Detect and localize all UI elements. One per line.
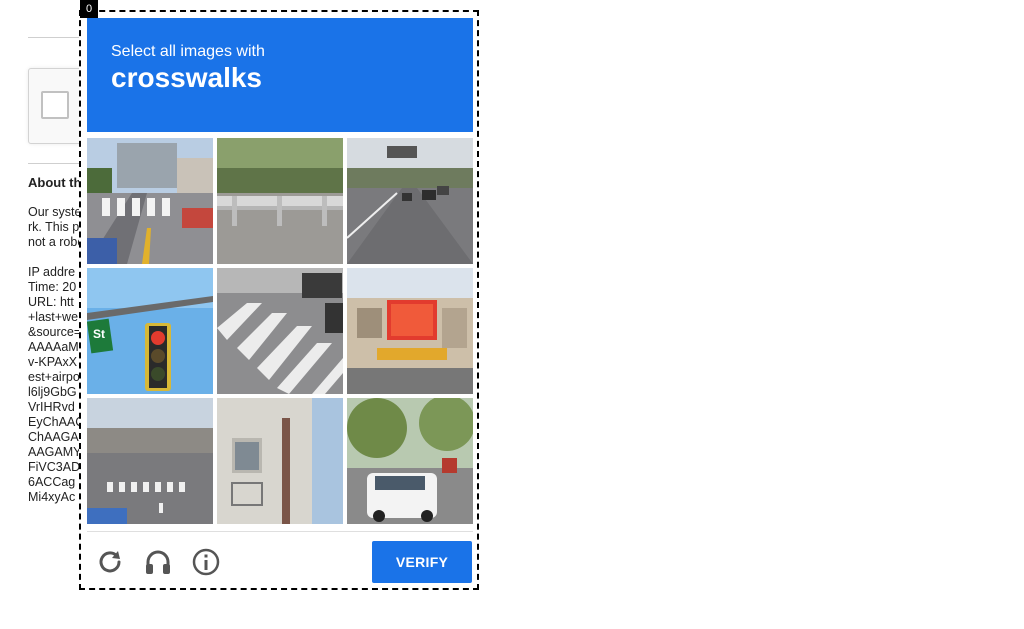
bg-line: not a robo [28, 235, 85, 249]
bg-line: 6ACCag [28, 475, 76, 489]
bg-line: v-KPAxX [28, 355, 78, 369]
bg-line: ChAAGA [28, 430, 79, 444]
recaptcha-checkbox[interactable] [41, 91, 69, 119]
frame-index-badge: 0 [80, 0, 98, 18]
bg-line: &source= [28, 325, 82, 339]
bg-line: URL: htt [28, 295, 74, 309]
bg-line: Time: 20 [28, 280, 77, 294]
bg-line: Our syste [28, 205, 82, 219]
tile-image [217, 398, 343, 524]
bg-line: +last+we [28, 310, 79, 324]
audio-icon[interactable] [142, 546, 174, 578]
tile-image [347, 268, 473, 394]
bg-line: FiVC3AD [28, 460, 81, 474]
bg-line: AAAAaM [28, 340, 79, 354]
tile-image [217, 268, 343, 394]
image-tile-7[interactable] [87, 398, 213, 524]
footer-divider [87, 531, 473, 532]
svg-text:St: St [93, 327, 105, 341]
image-tile-9[interactable] [347, 398, 473, 524]
reload-icon[interactable] [94, 546, 126, 578]
image-tile-4[interactable]: St [87, 268, 213, 394]
bg-line: Mi4xyAc [28, 490, 76, 504]
image-tile-2[interactable] [217, 138, 343, 264]
bg-line: IP addre [28, 265, 76, 279]
verify-button[interactable]: VERIFY [372, 541, 472, 583]
image-tile-8[interactable] [217, 398, 343, 524]
tile-image [87, 138, 213, 264]
bg-line: AAGAMY [28, 445, 82, 459]
bg-line: est+airpo [28, 370, 80, 384]
bg-line: VrIHRvd [28, 400, 75, 414]
image-tile-6[interactable] [347, 268, 473, 394]
challenge-prompt: Select all images with [111, 43, 265, 60]
challenge-target: crosswalks [111, 62, 262, 93]
tile-image [347, 138, 473, 264]
image-tile-5[interactable] [217, 268, 343, 394]
tile-image [347, 398, 473, 524]
tile-image [87, 398, 213, 524]
info-icon[interactable] [190, 546, 222, 578]
bg-line: l6lj9GbG [28, 385, 77, 399]
bg-line: EyChAAC [28, 415, 85, 429]
challenge-header: Select all images with crosswalks [87, 18, 473, 132]
bg-line: rk. This p [28, 220, 80, 234]
tile-image [217, 138, 343, 264]
image-tile-3[interactable] [347, 138, 473, 264]
image-tile-1[interactable] [87, 138, 213, 264]
tile-image: St [87, 268, 213, 394]
about-heading: About th [28, 175, 82, 190]
